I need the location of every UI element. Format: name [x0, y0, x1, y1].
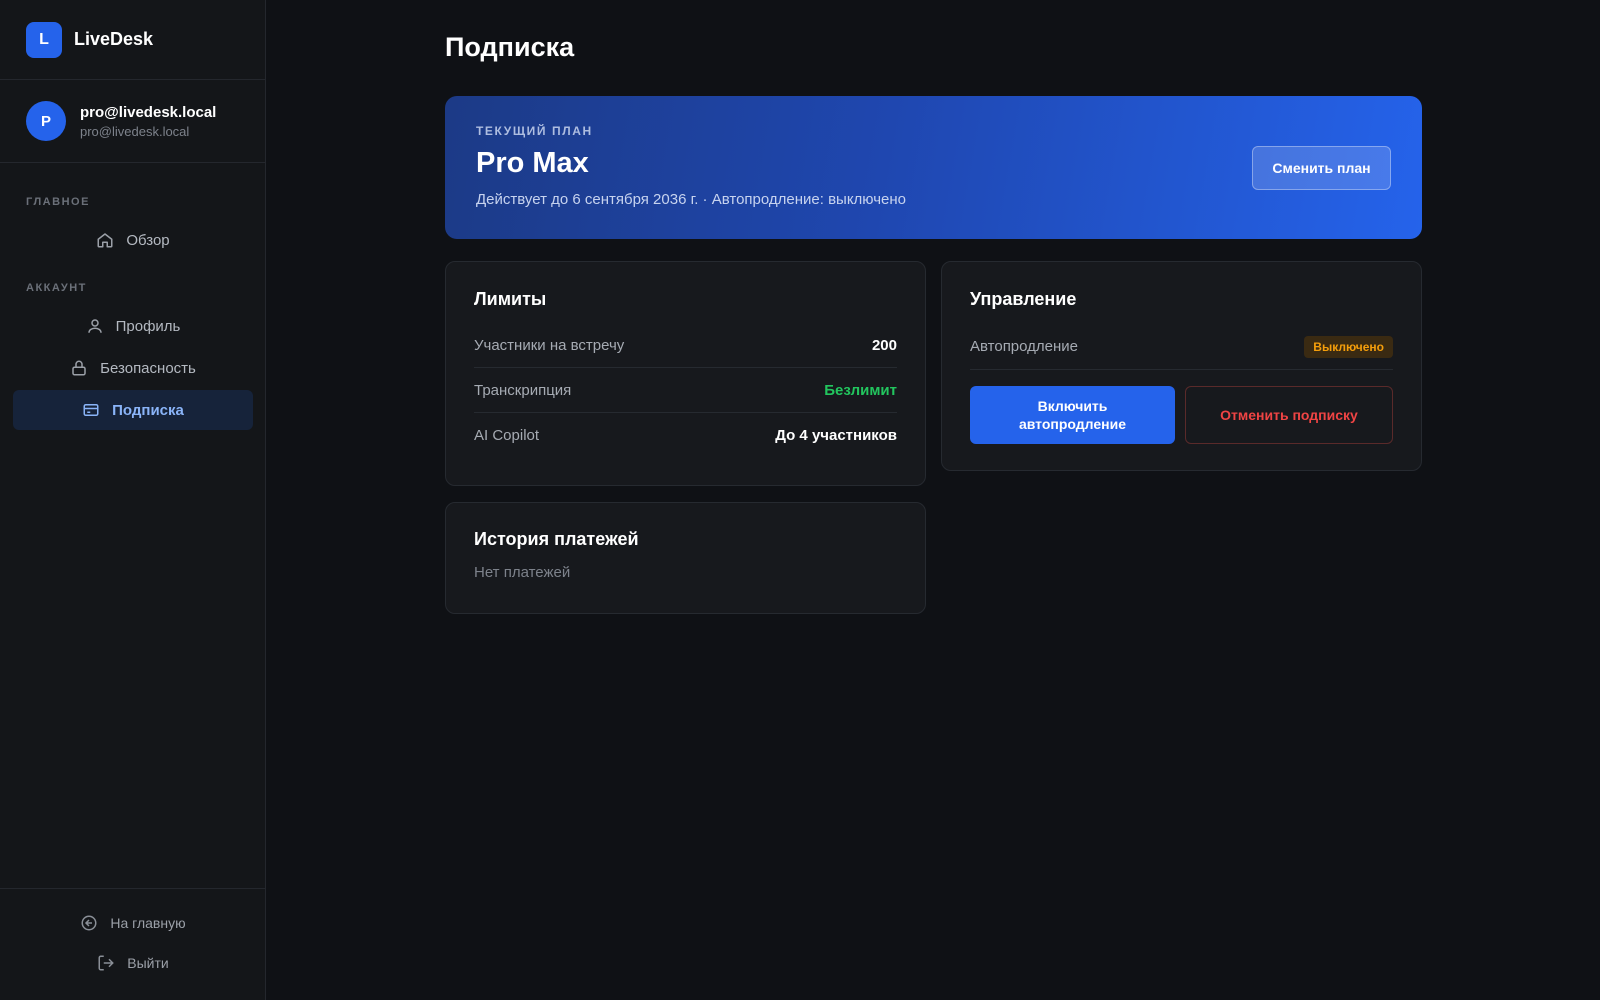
cancel-subscription-button[interactable]: Отменить подписку [1185, 386, 1393, 444]
sidebar: L LiveDesk P pro@livedesk.local pro@live… [0, 0, 266, 1000]
user-name: pro@livedesk.local [80, 103, 217, 121]
payment-history-card: История платежей Нет платежей [445, 502, 926, 614]
brand: L LiveDesk [0, 0, 265, 80]
card-icon [83, 404, 99, 416]
user-info: pro@livedesk.local pro@livedesk.local [80, 104, 216, 139]
sidebar-item-overview[interactable]: Обзор [13, 220, 253, 260]
home-link-label: На главную [110, 915, 186, 931]
history-title: История платежей [474, 529, 639, 549]
page-title: Подписка [445, 32, 575, 62]
home-link[interactable]: На главную [13, 905, 253, 941]
limit-key: Транскрипция [474, 381, 572, 399]
limit-value: До 4 участников [775, 427, 897, 444]
sidebar-item-profile[interactable]: Профиль [13, 306, 253, 346]
limit-row: AI Copilot До 4 участников [474, 413, 897, 458]
limit-value: Безлимит [824, 381, 897, 399]
change-plan-button[interactable]: Сменить план [1252, 146, 1391, 190]
sidebar-item-label: Подписка [112, 401, 184, 419]
enable-autorenew-button[interactable]: Включить автопродление [970, 386, 1175, 444]
autorenew-label: Автопродление [970, 338, 1079, 355]
status-badge: Выключено [1304, 335, 1393, 358]
logout-icon [98, 955, 115, 971]
limit-row: Транскрипция Безлимит [474, 368, 897, 413]
enable-autorenew-label-line1: Включить [1037, 398, 1108, 414]
limits-list: Участники на встречу 200 Транскрипция Бе… [474, 323, 897, 458]
management-title: Управление [970, 289, 1077, 309]
limit-value: 200 [871, 336, 897, 354]
lock-icon [72, 360, 86, 376]
home-icon [97, 233, 113, 248]
user-email: pro@livedesk.local [80, 123, 190, 139]
sidebar-item-label: Профиль [115, 317, 181, 335]
arrow-left-circle-icon [81, 915, 97, 931]
section-label-main: ГЛАВНОЕ [26, 196, 90, 208]
plan-meta: Действует до 6 сентября 2036 г. · Автопр… [476, 191, 907, 208]
logout-label: Выйти [127, 955, 169, 971]
user-icon [87, 319, 102, 333]
user-card: P pro@livedesk.local pro@livedesk.local [0, 80, 265, 163]
plan-label: ТЕКУЩИЙ ПЛАН [476, 124, 593, 138]
history-empty-state: Нет платежей [474, 564, 571, 581]
sidebar-footer: На главную Выйти [0, 888, 265, 1000]
sidebar-item-label: Обзор [126, 231, 170, 249]
management-actions: Включить автопродление Отменить подписку [970, 386, 1393, 444]
sidebar-item-security[interactable]: Безопасность [13, 348, 253, 388]
section-label-account: АККАУНТ [26, 282, 87, 294]
limits-title: Лимиты [474, 289, 547, 309]
brand-logo[interactable]: L [26, 21, 62, 58]
avatar: P [26, 101, 66, 141]
current-plan-card: ТЕКУЩИЙ ПЛАН Pro Max Действует до 6 сент… [445, 96, 1422, 239]
autorenew-row: Автопродление Выключено [970, 324, 1393, 370]
management-card: Управление Автопродление Выключено Включ… [941, 261, 1422, 471]
sidebar-item-subscription[interactable]: Подписка [13, 390, 253, 430]
limit-key: Участники на встречу [474, 336, 625, 354]
limits-card: Лимиты Участники на встречу 200 Транскри… [445, 261, 926, 486]
logout-button[interactable]: Выйти [13, 945, 253, 981]
sidebar-item-label: Безопасность [100, 359, 196, 377]
limit-key: AI Copilot [474, 427, 540, 444]
enable-autorenew-label-line2: автопродление [1018, 416, 1127, 432]
brand-name[interactable]: LiveDesk [74, 29, 153, 50]
limit-row: Участники на встречу 200 [474, 323, 897, 368]
